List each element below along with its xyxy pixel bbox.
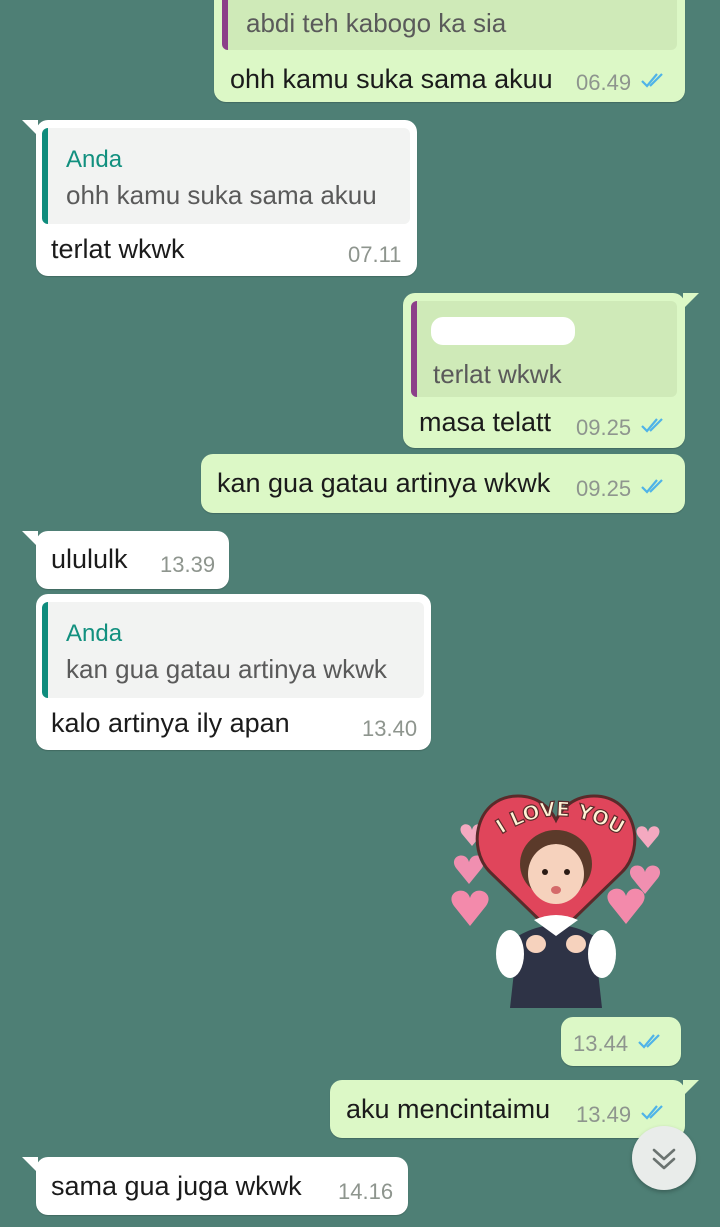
scroll-to-bottom-button[interactable] bbox=[632, 1126, 696, 1190]
quoted-message[interactable]: abdi teh kabogo ka sia bbox=[222, 0, 677, 50]
quoted-text: terlat wkwk bbox=[433, 359, 562, 389]
quoted-sender-name: Anda bbox=[66, 146, 123, 173]
quoted-text: kan gua gatau artinya wkwk bbox=[66, 654, 387, 684]
message-time: 13.40 bbox=[362, 716, 418, 741]
double-check-icon bbox=[641, 73, 663, 88]
message-time: 09.25 bbox=[576, 415, 632, 440]
message-time: 07.11 bbox=[348, 242, 402, 267]
quote-accent-bar bbox=[222, 0, 228, 50]
double-check-icon bbox=[641, 1105, 663, 1120]
message-bubble-incoming[interactable]: sama gua juga wkwk 14.16 bbox=[22, 1157, 408, 1215]
message-text: terlat wkwk bbox=[51, 234, 185, 264]
message-text: ohh kamu suka sama akuu bbox=[230, 64, 553, 94]
message-text: ulululk bbox=[51, 544, 128, 574]
message-time: 14.16 bbox=[338, 1179, 394, 1204]
quoted-sender-name: Anda bbox=[66, 620, 123, 647]
message-bubble-incoming[interactable]: ulululk 13.39 bbox=[22, 531, 229, 589]
message-bubble-outgoing[interactable]: kan gua gatau artinya wkwk 09.25 bbox=[201, 454, 685, 513]
sticker-i-love-you[interactable]: I LOVE YOU bbox=[446, 786, 666, 1012]
double-check-icon bbox=[638, 1034, 660, 1049]
message-time: 09.25 bbox=[576, 476, 632, 501]
message-time: 13.44 bbox=[573, 1031, 629, 1056]
quoted-message[interactable]: terlat wkwk bbox=[411, 301, 677, 397]
sticker-caption: I LOVE YOU bbox=[491, 796, 630, 840]
chevron-double-down-icon bbox=[652, 1148, 676, 1170]
double-check-icon bbox=[641, 479, 663, 494]
message-bubble-outgoing[interactable]: abdi teh kabogo ka sia ohh kamu suka sam… bbox=[214, 0, 685, 102]
message-time: 06.49 bbox=[576, 70, 632, 95]
redacted-sender-name bbox=[431, 317, 575, 345]
message-text: sama gua juga wkwk bbox=[51, 1171, 302, 1201]
svg-text:I LOVE YOU: I LOVE YOU bbox=[491, 797, 629, 840]
quote-accent-bar bbox=[411, 301, 417, 397]
message-bubble-incoming[interactable]: Anda kan gua gatau artinya wkwk kalo art… bbox=[36, 594, 431, 750]
message-text: kan gua gatau artinya wkwk bbox=[217, 468, 551, 498]
quoted-message[interactable]: Anda ohh kamu suka sama akuu bbox=[42, 128, 410, 224]
message-text: aku mencintaimu bbox=[346, 1094, 551, 1124]
quoted-message[interactable]: Anda kan gua gatau artinya wkwk bbox=[42, 602, 424, 698]
sticker-timestamp-bubble: 13.44 bbox=[561, 1017, 681, 1066]
message-bubble-incoming[interactable]: Anda ohh kamu suka sama akuu terlat wkwk… bbox=[22, 120, 417, 276]
message-time: 13.39 bbox=[160, 552, 216, 577]
quoted-text: abdi teh kabogo ka sia bbox=[246, 8, 507, 38]
double-check-icon bbox=[641, 418, 663, 433]
message-text: kalo artinya ily apan bbox=[51, 708, 290, 738]
message-text: masa telatt bbox=[419, 407, 552, 437]
quote-accent-bar bbox=[42, 602, 48, 698]
quoted-text: ohh kamu suka sama akuu bbox=[66, 180, 377, 210]
message-time: 13.49 bbox=[576, 1102, 632, 1127]
message-bubble-outgoing[interactable]: terlat wkwk masa telatt 09.25 bbox=[403, 293, 699, 448]
quote-accent-bar bbox=[42, 128, 48, 224]
